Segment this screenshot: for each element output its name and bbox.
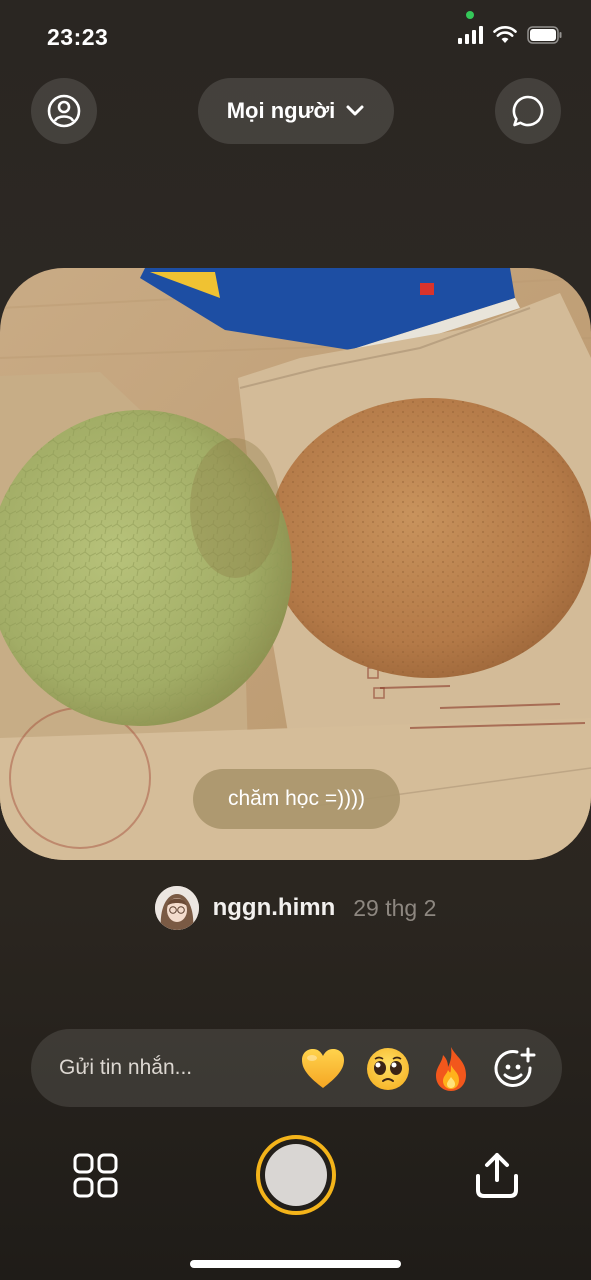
share-button[interactable] bbox=[472, 1150, 522, 1200]
grid-icon bbox=[73, 1153, 118, 1198]
author-row[interactable]: nggn.himn 29 thg 2 bbox=[0, 884, 591, 932]
message-bar: Gửi tin nhắn... bbox=[31, 1029, 562, 1107]
cellular-signal-icon bbox=[458, 26, 483, 44]
fire-icon[interactable] bbox=[427, 1045, 475, 1093]
photo-caption: chăm học =)))) bbox=[193, 769, 400, 829]
author-avatar[interactable] bbox=[154, 886, 199, 930]
status-bar: 23:23 bbox=[0, 0, 591, 76]
audience-label: Mọi người bbox=[226, 98, 336, 123]
battery-icon bbox=[527, 26, 562, 44]
share-icon bbox=[476, 1153, 518, 1198]
chevron-down-icon bbox=[346, 105, 364, 116]
chat-button[interactable] bbox=[495, 78, 561, 144]
person-circle-icon bbox=[47, 94, 81, 128]
mic-indicator-dot bbox=[466, 11, 474, 19]
profile-button[interactable] bbox=[31, 78, 97, 144]
wifi-icon bbox=[493, 26, 517, 43]
status-time: 23:23 bbox=[47, 24, 109, 50]
avatar-image bbox=[154, 886, 199, 930]
post-date: 29 thg 2 bbox=[353, 894, 437, 921]
add-emoji-icon[interactable] bbox=[490, 1045, 538, 1093]
pleading-face-icon[interactable] bbox=[364, 1045, 412, 1093]
audience-selector[interactable]: Mọi người bbox=[198, 78, 394, 144]
author-username[interactable]: nggn.himn bbox=[213, 894, 336, 922]
grid-view-button[interactable] bbox=[72, 1152, 120, 1200]
shutter-button[interactable] bbox=[256, 1135, 336, 1215]
home-indicator[interactable] bbox=[190, 1260, 401, 1268]
shutter-inner bbox=[265, 1144, 327, 1206]
chat-bubble-icon bbox=[512, 95, 544, 127]
yellow-heart-icon[interactable] bbox=[299, 1045, 347, 1093]
screen: 23:23 Mọi người chăm học =)))) nggn.himn… bbox=[0, 0, 591, 1280]
message-input[interactable]: Gửi tin nhắn... bbox=[59, 1029, 299, 1107]
status-icons bbox=[458, 26, 563, 44]
